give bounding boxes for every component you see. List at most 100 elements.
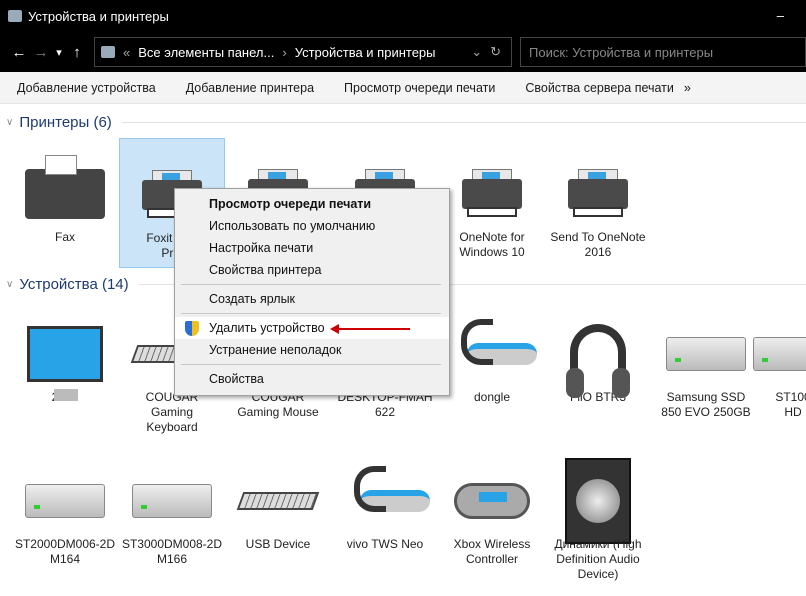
device-label: Device) (577, 567, 619, 581)
title-bar: Устройства и принтеры – (0, 0, 806, 32)
headphones-icon (545, 318, 651, 398)
device-label: ST3000DM008-2D (121, 537, 223, 551)
menu-item-label: Свойства (209, 372, 264, 386)
drive-icon (119, 465, 225, 537)
breadcrumb-overflow[interactable]: « (123, 45, 130, 60)
device-label: Gaming (150, 405, 194, 419)
menu-item-label: Настройка печати (209, 241, 314, 255)
device-item[interactable]: ST100HD (740, 318, 806, 420)
keyboard-icon (225, 465, 331, 537)
device-label: Динамики (High (554, 537, 642, 551)
device-item[interactable]: FiiO BTR3 (545, 318, 651, 405)
menu-item[interactable]: Просмотр очереди печати (175, 193, 449, 215)
headset-earpiece-icon (332, 465, 438, 537)
window-title: Устройства и принтеры (28, 8, 169, 24)
device-item[interactable]: Fax (12, 155, 118, 245)
location-icon (101, 46, 115, 58)
device-label: USB Device (245, 537, 311, 551)
refresh-button[interactable]: ↻ (490, 44, 501, 60)
breadcrumb-separator: › (282, 44, 287, 60)
menu-item[interactable]: Создать ярлык (175, 288, 449, 310)
device-label: Send To OneNote (550, 230, 646, 244)
back-button[interactable]: ← (8, 44, 30, 61)
device-label: Keyboard (146, 420, 198, 434)
device-label: Gaming Mouse (237, 405, 319, 419)
drive-icon (12, 465, 118, 537)
navigation-bar: ← → ▾ ↑ « Все элементы панел... › Устрой… (0, 32, 806, 72)
menu-item-label: Создать ярлык (209, 292, 296, 306)
printers-group-title: Принтеры (6) (19, 114, 112, 131)
menu-separator (181, 284, 441, 285)
device-label: ST2000DM006-2D (14, 537, 116, 551)
device-label: Windows 10 (459, 245, 525, 259)
device-label: M166 (156, 552, 188, 566)
device-item[interactable]: Xbox Wireless Controller (439, 465, 545, 567)
device-label: ST100 (775, 390, 806, 404)
printers-group-header[interactable]: ∨ Принтеры (6) (6, 114, 806, 131)
menu-item[interactable]: Свойства принтера (175, 259, 449, 281)
device-item[interactable]: 2790 (12, 318, 118, 405)
address-bar[interactable]: « Все элементы панел... › Устройства и п… (94, 37, 512, 67)
recent-locations-button[interactable]: ▾ (52, 46, 66, 59)
search-input[interactable]: Поиск: Устройства и принтеры (520, 37, 806, 67)
device-label: Fax (54, 230, 75, 244)
device-label: Definition Audio (556, 552, 640, 566)
device-label: M164 (49, 552, 81, 566)
gamepad-icon (439, 465, 545, 537)
menu-separator (181, 364, 441, 365)
print-server-properties-button[interactable]: Свойства сервера печати (525, 81, 674, 95)
chevron-down-icon: ∨ (6, 279, 14, 290)
minimize-button[interactable]: – (777, 8, 784, 23)
device-label: HD (784, 405, 802, 419)
device-label: dongle (473, 390, 511, 404)
headset-earpiece-icon (439, 318, 545, 390)
menu-item-label: Удалить устройство (209, 321, 325, 335)
speaker-icon (545, 458, 651, 544)
drive-icon (740, 318, 806, 390)
fax-icon (12, 155, 118, 230)
uac-shield-icon (185, 321, 199, 336)
devices-group-title: Устройства (14) (19, 276, 129, 293)
device-label: vivo TWS Neo (346, 537, 424, 551)
printer-icon (439, 158, 545, 230)
device-item[interactable]: Динамики (High Definition Audio Device) (545, 458, 651, 582)
device-item[interactable]: Send To OneNote 2016 (545, 158, 651, 260)
chevron-down-icon: ∨ (6, 117, 14, 128)
device-label: 622 (374, 405, 396, 419)
menu-item-label: Свойства принтера (209, 263, 322, 277)
device-label: 2016 (584, 245, 612, 259)
menu-item-label: Просмотр очереди печати (209, 197, 372, 211)
menu-item-label: Использовать по умолчанию (209, 219, 376, 233)
address-dropdown-button[interactable]: ⌄ (471, 44, 482, 60)
print-queue-button[interactable]: Просмотр очереди печати (344, 81, 495, 95)
device-item[interactable]: ST2000DM006-2D M164 (12, 465, 118, 567)
device-item[interactable]: dongle (439, 318, 545, 405)
printer-icon (545, 158, 651, 230)
context-menu: Просмотр очереди печати Использовать по у… (174, 188, 450, 396)
devices-printers-icon (8, 10, 22, 22)
menu-item[interactable]: Настройка печати (175, 237, 449, 259)
menu-item[interactable]: Устранение неполадок (175, 339, 449, 361)
menu-item-label: Устранение неполадок (209, 343, 342, 357)
up-button[interactable]: ↑ (66, 44, 88, 61)
device-label: OneNote for (459, 230, 525, 244)
more-commands-button[interactable]: » (684, 81, 691, 95)
add-printer-button[interactable]: Добавление принтера (186, 81, 314, 95)
device-item[interactable]: OneNote for Windows 10 (439, 158, 545, 260)
command-toolbar: Добавление устройства Добавление принтер… (0, 72, 806, 104)
breadcrumb-control-panel[interactable]: Все элементы панел... (138, 45, 274, 60)
menu-item[interactable]: Свойства (175, 368, 449, 390)
device-label: Controller (465, 552, 519, 566)
menu-separator (181, 313, 441, 314)
breadcrumb-devices-printers[interactable]: Устройства и принтеры (295, 45, 436, 60)
device-item[interactable]: vivo TWS Neo (332, 465, 438, 552)
device-item[interactable]: USB Device (225, 465, 331, 552)
forward-button[interactable]: → (30, 44, 52, 61)
device-label: FiiO BTR3 (569, 390, 626, 404)
device-label: Xbox Wireless (453, 537, 531, 551)
monitor-icon (12, 318, 118, 401)
red-arrow-annotation (330, 324, 410, 334)
device-item[interactable]: ST3000DM008-2D M166 (119, 465, 225, 567)
add-device-button[interactable]: Добавление устройства (17, 81, 156, 95)
menu-item[interactable]: Использовать по умолчанию (175, 215, 449, 237)
